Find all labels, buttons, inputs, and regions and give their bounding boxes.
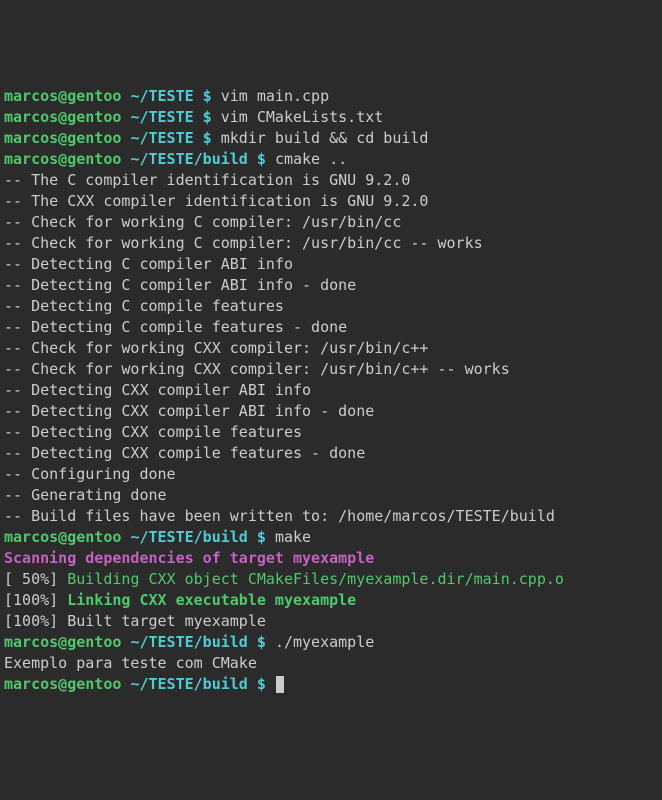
terminal-line: -- Check for working CXX compiler: /usr/… <box>4 359 658 380</box>
terminal-line: -- Check for working C compiler: /usr/bi… <box>4 233 658 254</box>
terminal-line: -- Detecting CXX compile features - done <box>4 443 658 464</box>
terminal-line: -- Detecting CXX compiler ABI info <box>4 380 658 401</box>
prompt-path: ~/TESTE/build <box>130 675 247 693</box>
terminal-line: -- Build files have been written to: /ho… <box>4 506 658 527</box>
terminal-line: [100%] Built target myexample <box>4 611 658 632</box>
output-text: -- Check for working C compiler: /usr/bi… <box>4 234 483 252</box>
link-text: Linking CXX executable myexample <box>67 591 356 609</box>
terminal-line: -- Check for working C compiler: /usr/bi… <box>4 212 658 233</box>
prompt-user: marcos@gentoo <box>4 108 121 126</box>
prompt-path: ~/TESTE/build <box>130 150 247 168</box>
terminal-line: Exemplo para teste com CMake <box>4 653 658 674</box>
command-text: vim main.cpp <box>221 87 329 105</box>
command-text: vim CMakeLists.txt <box>221 108 384 126</box>
output-text: -- Detecting C compiler ABI info - done <box>4 276 356 294</box>
command-text: mkdir build && cd build <box>221 129 429 147</box>
output-text: -- Detecting CXX compiler ABI info - don… <box>4 402 374 420</box>
terminal-line: -- Detecting C compile features <box>4 296 658 317</box>
terminal-line: marcos@gentoo ~/TESTE/build $ make <box>4 527 658 548</box>
terminal-line: [100%] Linking CXX executable myexample <box>4 590 658 611</box>
prompt-symbol: $ <box>194 108 221 126</box>
prompt-path: ~/TESTE/build <box>130 528 247 546</box>
cursor <box>276 676 284 693</box>
terminal-line: marcos@gentoo ~/TESTE $ mkdir build && c… <box>4 128 658 149</box>
command-text: cmake .. <box>275 150 347 168</box>
prompt-user: marcos@gentoo <box>4 675 121 693</box>
terminal-line: -- Detecting C compile features - done <box>4 317 658 338</box>
output-text: [100%] Built target myexample <box>4 612 266 630</box>
terminal-line: marcos@gentoo ~/TESTE/build $ ./myexampl… <box>4 632 658 653</box>
build-progress: [100%] <box>4 591 67 609</box>
output-text: -- Generating done <box>4 486 167 504</box>
prompt-symbol: $ <box>248 150 275 168</box>
scan-text: Scanning dependencies of target myexampl… <box>4 549 374 567</box>
terminal-line: -- Detecting CXX compile features <box>4 422 658 443</box>
prompt-path: ~/TESTE/build <box>130 633 247 651</box>
output-text: -- Detecting CXX compile features - done <box>4 444 365 462</box>
prompt-user: marcos@gentoo <box>4 528 121 546</box>
terminal-line: marcos@gentoo ~/TESTE $ vim main.cpp <box>4 86 658 107</box>
terminal-line: -- Detecting C compiler ABI info - done <box>4 275 658 296</box>
output-text: -- Detecting CXX compiler ABI info <box>4 381 311 399</box>
output-text: -- Detecting C compile features <box>4 297 284 315</box>
prompt-symbol: $ <box>194 129 221 147</box>
terminal-line: marcos@gentoo ~/TESTE/build $ cmake .. <box>4 149 658 170</box>
output-text: -- Detecting C compiler ABI info <box>4 255 293 273</box>
output-text: -- Check for working CXX compiler: /usr/… <box>4 339 428 357</box>
terminal-line: marcos@gentoo ~/TESTE/build $ <box>4 674 658 695</box>
prompt-user: marcos@gentoo <box>4 150 121 168</box>
output-text: -- The C compiler identification is GNU … <box>4 171 410 189</box>
command-text: ./myexample <box>275 633 374 651</box>
build-text: Building CXX object CMakeFiles/myexample… <box>67 570 564 588</box>
terminal-line: -- The CXX compiler identification is GN… <box>4 191 658 212</box>
prompt-symbol: $ <box>248 675 275 693</box>
build-progress: [ 50%] <box>4 570 67 588</box>
output-text: Exemplo para teste com CMake <box>4 654 257 672</box>
terminal-line: -- Generating done <box>4 485 658 506</box>
prompt-symbol: $ <box>194 87 221 105</box>
output-text: -- Check for working CXX compiler: /usr/… <box>4 360 510 378</box>
output-text: -- Configuring done <box>4 465 176 483</box>
prompt-symbol: $ <box>248 528 275 546</box>
terminal-line: [ 50%] Building CXX object CMakeFiles/my… <box>4 569 658 590</box>
terminal[interactable]: marcos@gentoo ~/TESTE $ vim main.cppmarc… <box>4 86 658 695</box>
terminal-line: -- The C compiler identification is GNU … <box>4 170 658 191</box>
terminal-line: -- Check for working CXX compiler: /usr/… <box>4 338 658 359</box>
prompt-symbol: $ <box>248 633 275 651</box>
terminal-line: marcos@gentoo ~/TESTE $ vim CMakeLists.t… <box>4 107 658 128</box>
prompt-user: marcos@gentoo <box>4 87 121 105</box>
output-text: -- Detecting C compile features - done <box>4 318 347 336</box>
terminal-line: -- Detecting CXX compiler ABI info - don… <box>4 401 658 422</box>
output-text: -- Check for working C compiler: /usr/bi… <box>4 213 401 231</box>
output-text: -- The CXX compiler identification is GN… <box>4 192 428 210</box>
output-text: -- Detecting CXX compile features <box>4 423 302 441</box>
terminal-line: -- Detecting C compiler ABI info <box>4 254 658 275</box>
prompt-path: ~/TESTE <box>130 87 193 105</box>
prompt-user: marcos@gentoo <box>4 633 121 651</box>
prompt-path: ~/TESTE <box>130 108 193 126</box>
output-text: -- Build files have been written to: /ho… <box>4 507 555 525</box>
prompt-user: marcos@gentoo <box>4 129 121 147</box>
terminal-line: -- Configuring done <box>4 464 658 485</box>
terminal-line: Scanning dependencies of target myexampl… <box>4 548 658 569</box>
command-text: make <box>275 528 311 546</box>
prompt-path: ~/TESTE <box>130 129 193 147</box>
